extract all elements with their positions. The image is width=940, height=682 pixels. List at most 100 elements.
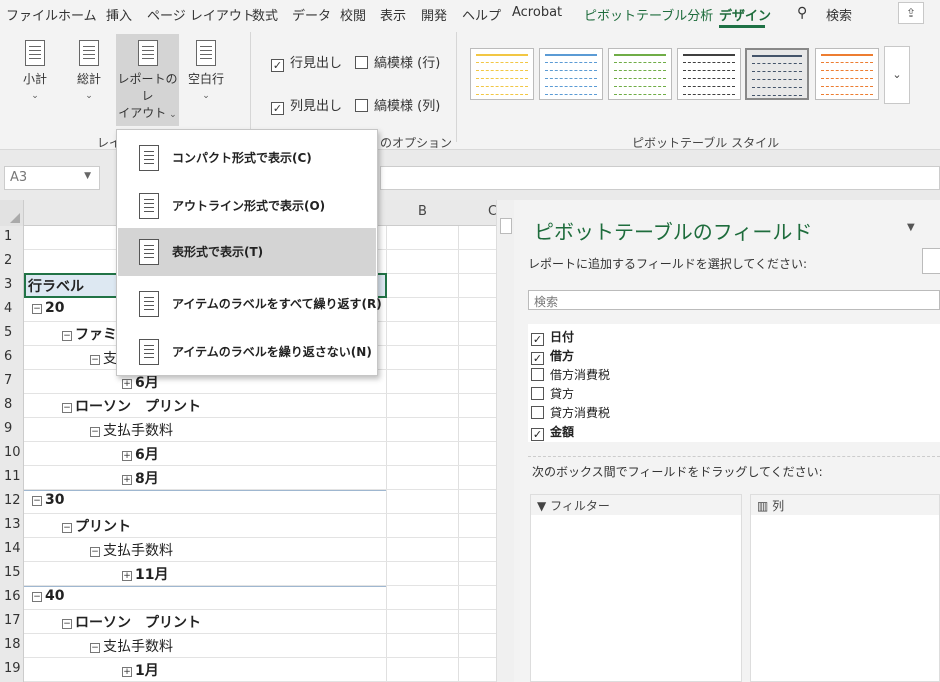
field-item[interactable]: ✓ 金額 xyxy=(531,423,574,441)
tab-developer[interactable]: 開発 xyxy=(421,5,447,24)
blank-rows-button[interactable]: 空白行 ⌄ xyxy=(184,40,228,126)
row-number[interactable]: 15 xyxy=(0,562,24,586)
pivot-row-label[interactable]: +1月 xyxy=(122,660,159,680)
menu-item-no-repeat-labels[interactable]: アイテムのラベルを繰り返さない(N) xyxy=(118,328,376,376)
tab-design[interactable]: デザイン xyxy=(719,5,771,24)
menu-item-compact-form[interactable]: コンパクト形式で表示(C) xyxy=(118,134,376,182)
tab-acrobat[interactable]: Acrobat xyxy=(512,5,562,20)
row-number[interactable]: 7 xyxy=(0,370,24,394)
expand-icon[interactable]: + xyxy=(122,571,132,581)
collapse-icon[interactable]: − xyxy=(90,547,100,557)
row-number[interactable]: 16 xyxy=(0,586,24,610)
tab-page-layout[interactable]: ページ レイアウト xyxy=(147,5,255,24)
pivot-row-label[interactable]: +8月 xyxy=(122,468,159,488)
tab-data[interactable]: データ xyxy=(292,5,331,24)
expand-icon[interactable]: + xyxy=(122,451,132,461)
styles-more-button[interactable]: ⌄ xyxy=(884,46,910,104)
menu-item-tabular-form[interactable]: 表形式で表示(T) xyxy=(118,228,376,276)
banded-rows-checkbox[interactable]: 縞模様 (行) xyxy=(355,52,440,71)
tab-insert[interactable]: 挿入 xyxy=(106,5,132,24)
tab-home[interactable]: ホーム xyxy=(58,5,97,24)
pivot-row-label[interactable]: − 支払手数料 xyxy=(90,420,173,440)
field-item[interactable]: ✓ 借方 xyxy=(531,347,574,365)
row-number[interactable]: 11 xyxy=(0,466,24,490)
collapse-icon[interactable]: − xyxy=(62,619,72,629)
tab-view[interactable]: 表示 xyxy=(380,5,406,24)
pivot-row-label[interactable]: −20 xyxy=(32,300,64,316)
field-item[interactable]: ✓ 日付 xyxy=(531,328,574,346)
row-number[interactable]: 2 xyxy=(0,250,24,274)
collapse-icon[interactable]: − xyxy=(32,592,42,602)
menu-item-outline-form[interactable]: アウトライン形式で表示(O) xyxy=(118,182,376,230)
row-number[interactable]: 18 xyxy=(0,634,24,658)
row-number[interactable]: 19 xyxy=(0,658,24,682)
search-label[interactable]: 検索 xyxy=(826,5,852,24)
scroll-thumb[interactable] xyxy=(500,218,512,234)
pivot-row-label[interactable]: − 支払手数料 xyxy=(90,636,173,656)
formula-input[interactable] xyxy=(380,166,940,190)
vertical-scrollbar[interactable] xyxy=(496,200,514,682)
pivot-style-navy-selected[interactable] xyxy=(745,48,809,100)
expand-icon[interactable]: + xyxy=(122,475,132,485)
pivot-row-label[interactable]: − プリント xyxy=(62,516,131,536)
row-number[interactable]: 1 xyxy=(0,226,24,250)
pivot-style-green[interactable] xyxy=(608,48,672,100)
report-layout-button[interactable]: レポートのレ イアウト ⌄ xyxy=(116,34,179,126)
subtotals-button[interactable]: 小計 ⌄ xyxy=(14,40,56,126)
row-number[interactable]: 12 xyxy=(0,490,24,514)
row-number[interactable]: 14 xyxy=(0,538,24,562)
menu-item-repeat-labels[interactable]: アイテムのラベルをすべて繰り返す(R) xyxy=(118,280,382,328)
pivot-row-label[interactable]: − ローソン プリント xyxy=(62,396,201,416)
pivot-style-blue[interactable] xyxy=(539,48,603,100)
row-number[interactable]: 5 xyxy=(0,322,24,346)
collapse-icon[interactable]: − xyxy=(90,427,100,437)
tab-review[interactable]: 校閲 xyxy=(340,5,366,24)
pivot-row-label[interactable]: +11月 xyxy=(122,564,168,584)
pivot-row-label[interactable]: −40 xyxy=(32,588,64,604)
tab-help[interactable]: ヘルプ xyxy=(462,5,501,24)
expand-icon[interactable]: + xyxy=(122,667,132,677)
field-item[interactable]: 借方消費税 xyxy=(531,366,610,383)
column-headers-checkbox[interactable]: ✓ 列見出し xyxy=(271,95,342,115)
pivot-row-label[interactable]: − ローソン プリント xyxy=(62,612,201,632)
column-header-b[interactable]: B xyxy=(418,204,427,219)
row-number[interactable]: 8 xyxy=(0,394,24,418)
filters-area[interactable]: ▼ フィルター xyxy=(530,494,742,682)
pane-options-chevron-icon[interactable]: ▼ xyxy=(907,222,915,233)
pivot-style-orange[interactable] xyxy=(815,48,879,100)
row-number[interactable]: 13 xyxy=(0,514,24,538)
pivot-row-label[interactable]: +6月 xyxy=(122,444,159,464)
pivot-row-label[interactable]: − 支払手数料 xyxy=(90,540,173,560)
grand-totals-button[interactable]: 総計 ⌄ xyxy=(68,40,110,126)
collapse-icon[interactable]: − xyxy=(62,523,72,533)
row-number[interactable]: 6 xyxy=(0,346,24,370)
field-item[interactable]: 貸方 xyxy=(531,385,574,402)
row-number[interactable]: 10 xyxy=(0,442,24,466)
field-item[interactable]: 貸方消費税 xyxy=(531,404,610,421)
row-number[interactable]: 4 xyxy=(0,298,24,322)
collapse-icon[interactable]: − xyxy=(90,643,100,653)
search-icon[interactable]: ⚲ xyxy=(797,5,807,21)
collapse-icon[interactable]: − xyxy=(32,496,42,506)
pivot-style-dark[interactable] xyxy=(677,48,741,100)
select-all-corner[interactable] xyxy=(0,200,24,226)
pivot-row-label[interactable]: − 支 xyxy=(90,348,117,368)
row-number[interactable]: 3 xyxy=(0,274,24,298)
row-number[interactable]: 17 xyxy=(0,610,24,634)
collapse-icon[interactable]: − xyxy=(62,331,72,341)
gear-icon[interactable] xyxy=(922,248,940,274)
tab-pivot-analyze[interactable]: ピボットテーブル分析 xyxy=(584,5,713,24)
collapse-icon[interactable]: − xyxy=(32,304,42,314)
field-search-input[interactable]: 検索 xyxy=(528,290,940,310)
row-number[interactable]: 9 xyxy=(0,418,24,442)
tab-file[interactable]: ファイル xyxy=(6,5,58,24)
banded-columns-checkbox[interactable]: 縞模様 (列) xyxy=(355,95,440,114)
name-box[interactable]: A3 ▼ xyxy=(4,166,100,190)
pivot-style-yellow[interactable] xyxy=(470,48,534,100)
pivot-row-label[interactable]: − ファミ xyxy=(62,324,117,344)
pivot-row-label[interactable]: −30 xyxy=(32,492,64,508)
tab-formulas[interactable]: 数式 xyxy=(252,5,278,24)
columns-area[interactable]: ▥ 列 xyxy=(750,494,940,682)
expand-icon[interactable]: + xyxy=(122,379,132,389)
row-headers-checkbox[interactable]: ✓ 行見出し xyxy=(271,52,342,72)
